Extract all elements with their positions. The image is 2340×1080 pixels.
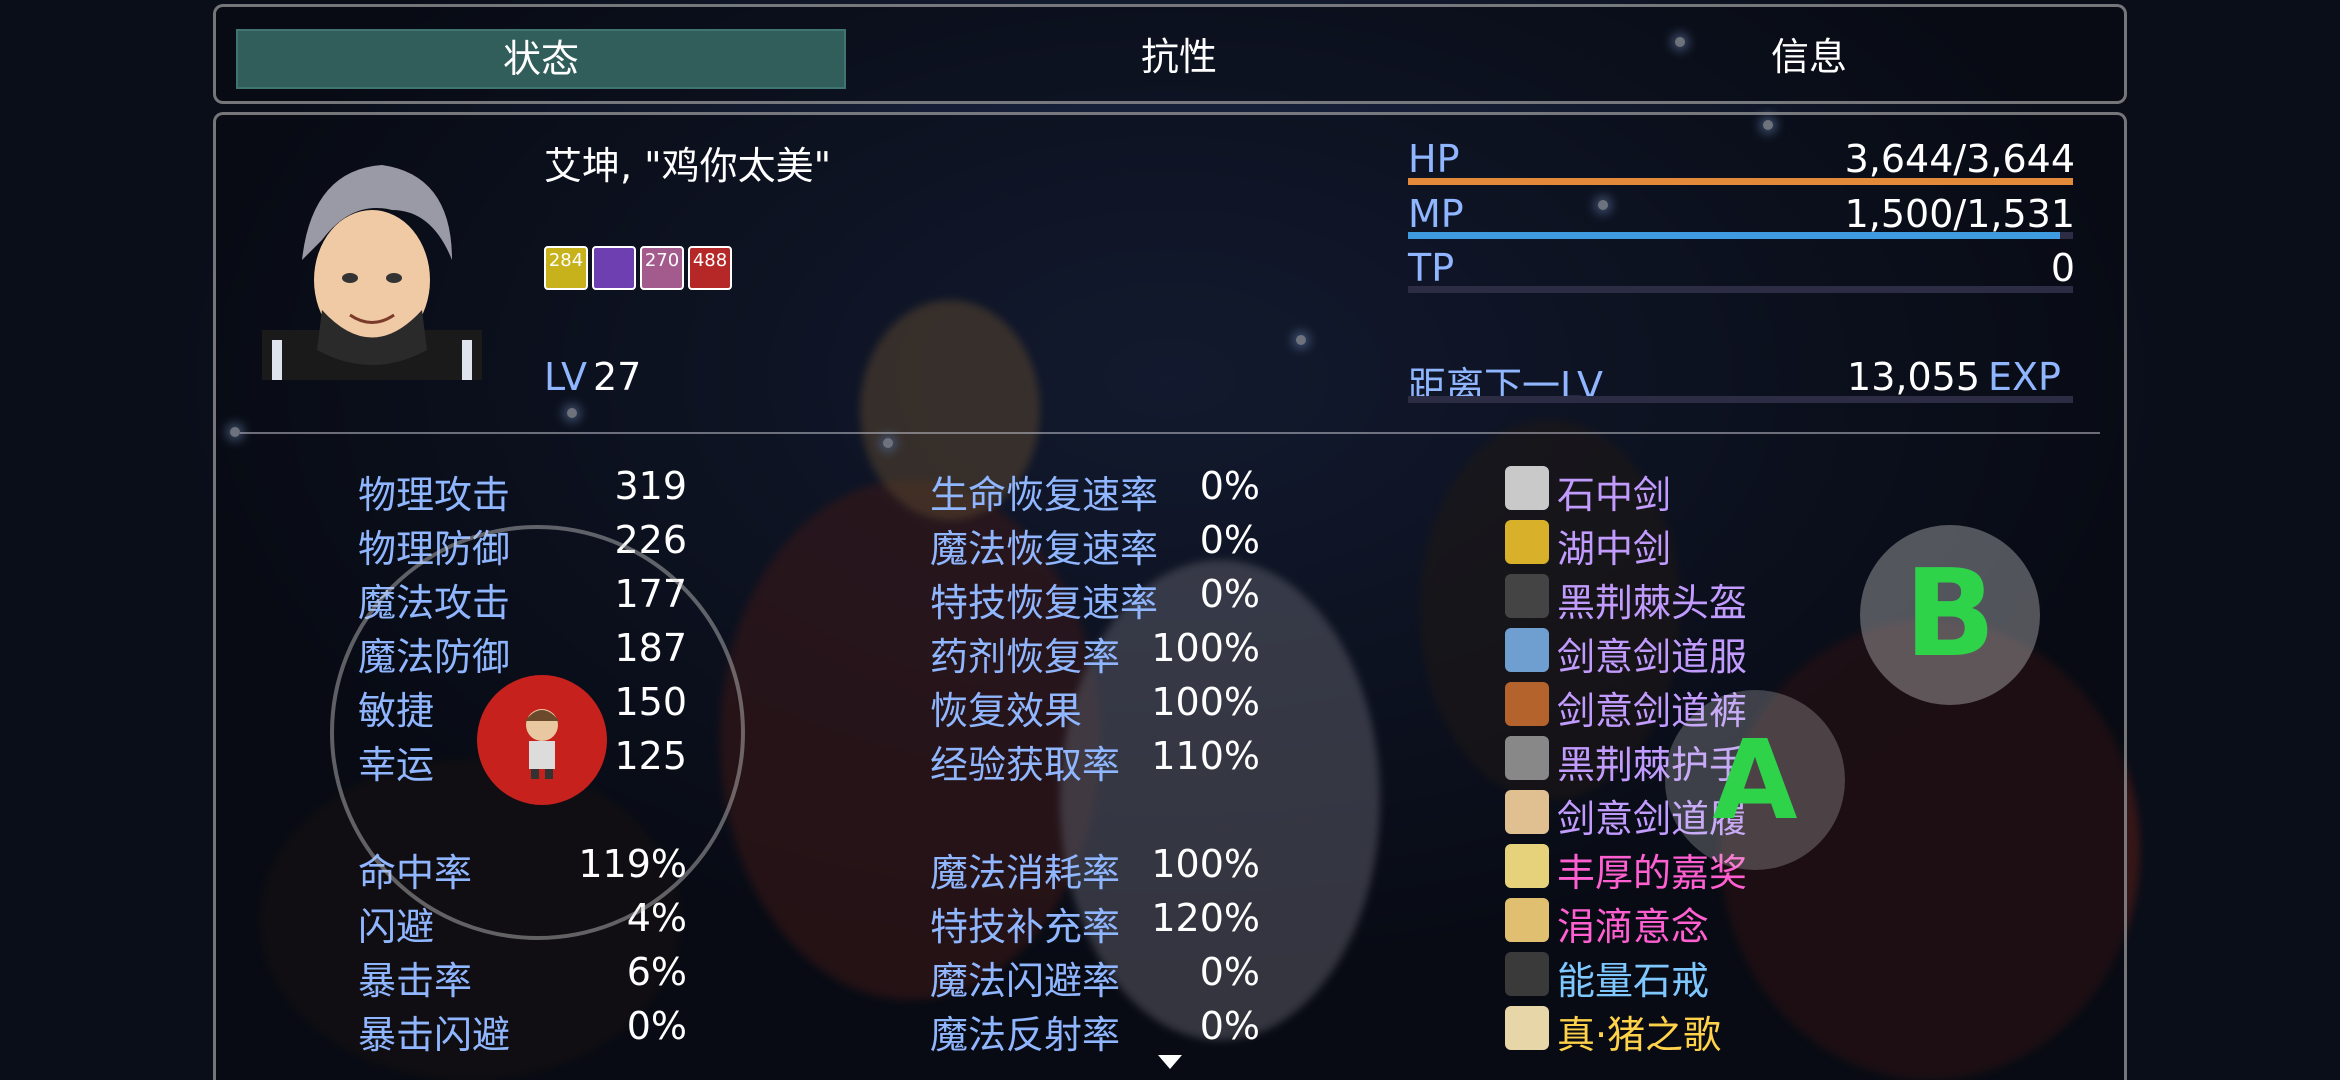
state-icon-2: [592, 246, 636, 290]
sparam-value: 100%: [1151, 680, 1260, 724]
sparam-label: 药剂恢复率: [930, 635, 1121, 679]
state-icon-4: 488: [688, 246, 732, 290]
equipment-name[interactable]: 能量石戒: [1557, 950, 1709, 1005]
tp-label: TP: [1408, 246, 1455, 290]
equipment-name[interactable]: 石中剑: [1557, 464, 1671, 519]
xparam-value: 0%: [626, 1004, 687, 1048]
mp-gauge-fill: [1408, 232, 2060, 239]
sparam-value: 0%: [1199, 572, 1260, 616]
mp-label: MP: [1408, 192, 1464, 236]
tab-info[interactable]: 信息: [1506, 29, 2112, 85]
sword-icon: [1505, 466, 1549, 510]
equipment-name[interactable]: 剑意剑道服: [1557, 626, 1747, 681]
sparam-value: 0%: [1199, 1004, 1260, 1048]
tab-resistance[interactable]: 抗性: [876, 29, 1482, 85]
sparam-value: 100%: [1151, 842, 1260, 886]
shoes-icon: [1505, 790, 1549, 834]
sparam-label: 魔法闪避率: [930, 959, 1121, 1003]
equipment-name[interactable]: 真·猪之歌: [1557, 1004, 1721, 1059]
sparam-label: 恢复效果: [930, 689, 1083, 733]
section-divider: [240, 432, 2100, 434]
exp-value: 13,055: [1847, 355, 1980, 399]
stone-ring-icon: [1505, 952, 1549, 996]
sparam-value: 0%: [1199, 950, 1260, 994]
state-icon-1: 284: [544, 246, 588, 290]
hp-gauge-fill: [1408, 178, 2073, 185]
param-label: 物理攻击: [358, 473, 511, 517]
exp-unit: EXP: [1988, 355, 2061, 399]
hp-value: 3,644/3,644: [1844, 137, 2075, 181]
state-icon-3-value: 270: [644, 250, 680, 271]
sparam-label: 特技补充率: [930, 905, 1121, 949]
equipment-name[interactable]: 黑荆棘头盔: [1557, 572, 1747, 627]
exp-underline: [1408, 396, 2073, 403]
mp-gauge: [1408, 232, 2073, 239]
xparam-value: 6%: [626, 950, 687, 994]
actor-name: 艾坤, "鸡你太美": [544, 144, 832, 188]
level-value: 27: [593, 355, 642, 399]
level-label: LV: [544, 355, 587, 399]
state-icon-1-value: 284: [548, 250, 584, 271]
sparam-label: 魔法消耗率: [930, 851, 1121, 895]
sparam-label: 魔法反射率: [930, 1013, 1121, 1057]
ring-icon: [1505, 844, 1549, 888]
hp-gauge: [1408, 178, 2073, 185]
b-button[interactable]: B: [1860, 525, 2040, 705]
sparam-value: 120%: [1151, 896, 1260, 940]
helmet-icon: [1505, 574, 1549, 618]
gauntlet-icon: [1505, 736, 1549, 780]
sparam-value: 0%: [1199, 518, 1260, 562]
sparam-value: 100%: [1151, 626, 1260, 670]
tp-gauge: [1408, 286, 2073, 293]
tab-status[interactable]: 状态: [236, 29, 846, 89]
tab-bar: 状态 抗性 信息: [213, 4, 2127, 104]
actor-portrait: [262, 165, 482, 380]
character-sprite-icon: [525, 709, 559, 779]
boots-icon: [1505, 682, 1549, 726]
necklace-icon: [1505, 898, 1549, 942]
xparam-label: 暴击率: [358, 959, 473, 1003]
sparam-label: 经验获取率: [930, 743, 1121, 787]
a-button[interactable]: A: [1665, 690, 1845, 870]
tp-value: 0: [2050, 246, 2075, 290]
sparam-value: 110%: [1151, 734, 1260, 778]
equipment-name[interactable]: 涓滴意念: [1557, 896, 1709, 951]
state-icon-3: 270: [640, 246, 684, 290]
xparam-label: 暴击闪避: [358, 1013, 511, 1057]
sparam-value: 0%: [1199, 464, 1260, 508]
robe-icon: [1505, 628, 1549, 672]
virtual-joystick-knob[interactable]: [477, 675, 607, 805]
param-value: 319: [614, 464, 687, 508]
state-icon-4-value: 488: [692, 250, 728, 271]
mp-value: 1,500/1,531: [1844, 192, 2075, 236]
equipment-name[interactable]: 湖中剑: [1557, 518, 1671, 573]
scroll-icon: [1505, 1006, 1549, 1050]
scroll-down-icon[interactable]: [1158, 1055, 1182, 1069]
hp-label: HP: [1408, 137, 1460, 181]
golden-sword-icon: [1505, 520, 1549, 564]
